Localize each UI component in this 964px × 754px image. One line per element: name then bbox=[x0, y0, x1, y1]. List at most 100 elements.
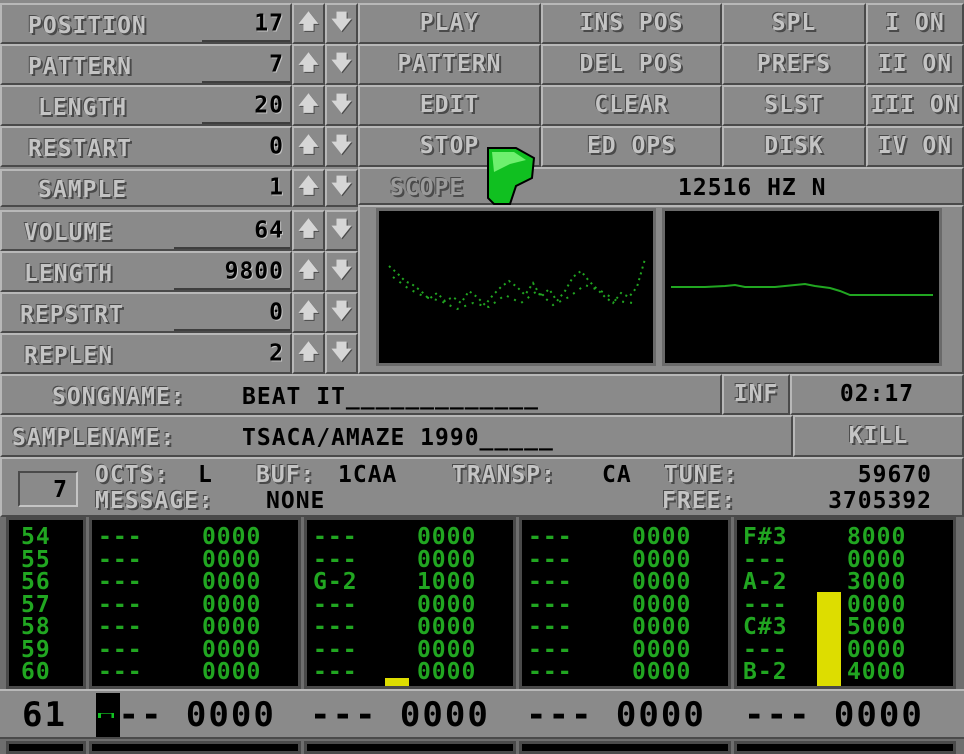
length-down-button[interactable]: 🡇 bbox=[325, 85, 358, 126]
restart-label: RESTART bbox=[28, 136, 132, 162]
preferences-button[interactable]: PREFS bbox=[722, 44, 866, 85]
info-button[interactable]: INF bbox=[722, 374, 790, 415]
quadrascope-left[interactable] bbox=[376, 208, 656, 366]
repeat-start-down-button[interactable]: 🡇 bbox=[325, 292, 358, 333]
sample-down-button[interactable]: 🡇 bbox=[325, 169, 358, 207]
octaves-label: OCTS: bbox=[95, 462, 170, 488]
pattern-down-button[interactable]: 🡇 bbox=[325, 44, 358, 85]
quadrascope-right[interactable] bbox=[662, 208, 942, 366]
position-label: POSITION bbox=[28, 13, 147, 39]
pattern-cell[interactable]: --- 0000 bbox=[98, 638, 261, 661]
track-2[interactable]: --- 0000 --- 0000 G-2 1000 --- 0000 --- 0000… bbox=[304, 517, 516, 689]
pattern-cell[interactable]: --- 0000 bbox=[98, 571, 261, 594]
volume-value-field[interactable]: 64 bbox=[174, 212, 290, 250]
disk-op-button[interactable]: DISK bbox=[722, 126, 866, 167]
songname-input[interactable]: BEAT IT_____________ bbox=[242, 386, 539, 409]
channel-2-toggle[interactable]: II ON bbox=[866, 44, 964, 85]
channel-4-toggle[interactable]: IV ON bbox=[866, 126, 964, 167]
pattern-value-field[interactable]: 7 bbox=[202, 46, 290, 84]
pattern-cell[interactable]: A-2 3000 bbox=[743, 571, 906, 594]
pattern-cell[interactable]: --- 0000 bbox=[313, 526, 476, 549]
pattern-cell[interactable]: --- 0000 bbox=[98, 593, 261, 616]
current-cell-1[interactable]: --- 0000 bbox=[96, 698, 276, 732]
buffer-label: BUF: bbox=[256, 462, 316, 488]
current-cell-4[interactable]: --- 0000 bbox=[744, 698, 924, 732]
volume-up-button[interactable]: 🡅 bbox=[292, 210, 325, 251]
restart-down-button[interactable]: 🡇 bbox=[325, 126, 358, 167]
track-3[interactable]: --- 0000 --- 0000 --- 0000 --- 0000 --- 0000… bbox=[519, 517, 731, 689]
row-numbers: 54 55 56 57 58 59 60 bbox=[21, 526, 51, 684]
pattern-cell[interactable]: --- 0000 bbox=[98, 661, 261, 684]
current-row-number: 61 bbox=[22, 695, 67, 735]
sample-length-value-field[interactable]: 9800 bbox=[174, 253, 290, 291]
sample-list-button[interactable]: SLST bbox=[722, 85, 866, 126]
volume-down-button[interactable]: 🡇 bbox=[325, 210, 358, 251]
pattern-cell[interactable]: G-2 1000 bbox=[313, 571, 476, 594]
pattern-cell[interactable]: --- 0000 bbox=[528, 571, 691, 594]
sample-length-down-button[interactable]: 🡇 bbox=[325, 251, 358, 292]
channel-3-toggle[interactable]: III ON bbox=[866, 85, 964, 126]
pattern-cell[interactable]: F#3 8000 bbox=[743, 526, 906, 549]
clear-button[interactable]: CLEAR bbox=[541, 85, 722, 126]
pattern-cell[interactable]: --- 0000 bbox=[528, 526, 691, 549]
pattern-editor: 54 55 56 57 58 59 60 --- 0000 --- 0000 --- 0000-… bbox=[0, 517, 964, 754]
vu-meter-2 bbox=[385, 678, 409, 686]
length-value-field[interactable]: 20 bbox=[202, 87, 290, 125]
row-number: 59 bbox=[21, 636, 51, 663]
sample-length-up-button[interactable]: 🡅 bbox=[292, 251, 325, 292]
play-pattern-button[interactable]: PATTERN bbox=[358, 44, 541, 85]
pattern-cell[interactable]: --- 0000 bbox=[528, 661, 691, 684]
restart-value-field[interactable]: 0 bbox=[202, 128, 290, 166]
pattern-up-button[interactable]: 🡅 bbox=[292, 44, 325, 85]
samplename-input[interactable]: TSACA/AMAZE 1990_____ bbox=[242, 427, 554, 450]
track-1[interactable]: --- 0000 --- 0000 --- 0000 --- 0000 --- 0000… bbox=[89, 517, 301, 689]
current-cell-2[interactable]: --- 0000 bbox=[310, 698, 490, 732]
transpose-value[interactable]: CA bbox=[602, 464, 632, 487]
edit-ops-button[interactable]: ED OPS bbox=[541, 126, 722, 167]
pattern-cell[interactable]: --- 0000 bbox=[313, 616, 476, 639]
track-4[interactable]: F#3 8000 --- 0000 A-2 3000 --- 0000 C#3 5000… bbox=[734, 517, 956, 689]
pattern-cell[interactable]: --- 0000 bbox=[528, 548, 691, 571]
repeat-length-down-button[interactable]: 🡇 bbox=[325, 333, 358, 374]
repeat-length-value-field[interactable]: 2 bbox=[174, 335, 290, 373]
sample-number-row: SAMPLE 1 bbox=[0, 169, 292, 207]
pattern-cell[interactable]: --- 0000 bbox=[98, 526, 261, 549]
restart-up-button[interactable]: 🡅 bbox=[292, 126, 325, 167]
restart-value: 0 bbox=[269, 133, 284, 160]
position-value-field[interactable]: 17 bbox=[202, 5, 290, 43]
repeat-start-up-button[interactable]: 🡅 bbox=[292, 292, 325, 333]
pattern-cell[interactable]: --- 0000 bbox=[528, 638, 691, 661]
pattern-cell[interactable]: --- 0000 bbox=[313, 593, 476, 616]
channel-1-toggle[interactable]: I ON bbox=[866, 3, 964, 44]
pattern-number-box: 7 bbox=[18, 471, 78, 507]
edit-button[interactable]: EDIT bbox=[358, 85, 541, 126]
delete-position-button[interactable]: DEL POS bbox=[541, 44, 722, 85]
insert-position-button[interactable]: INS POS bbox=[541, 3, 722, 44]
play-button[interactable]: PLAY bbox=[358, 3, 541, 44]
kill-sample-button[interactable]: KILL bbox=[793, 415, 964, 457]
track-3-rows: --- 0000 --- 0000 --- 0000 --- 0000 --- 0000… bbox=[528, 526, 691, 684]
next-row-strip-numbers bbox=[6, 741, 86, 754]
pattern-cell[interactable]: --- 0000 bbox=[528, 593, 691, 616]
sample-number-value[interactable]: 1 bbox=[269, 176, 284, 200]
length-label: LENGTH bbox=[38, 95, 128, 121]
pattern-cell[interactable]: --- 0000 bbox=[98, 616, 261, 639]
pattern-cell[interactable]: --- 0000 bbox=[98, 548, 261, 571]
sampler-button[interactable]: SPL bbox=[722, 3, 866, 44]
repeat-length-up-button[interactable]: 🡅 bbox=[292, 333, 325, 374]
songname-row: SONGNAME: BEAT IT_____________ bbox=[0, 374, 722, 415]
octaves-value[interactable]: L bbox=[198, 464, 213, 487]
length-up-button[interactable]: 🡅 bbox=[292, 85, 325, 126]
row-number: 60 bbox=[21, 659, 51, 685]
sample-up-button[interactable]: 🡅 bbox=[292, 169, 325, 207]
pattern-cell[interactable]: --- 0000 bbox=[313, 548, 476, 571]
pattern-cell[interactable]: --- 0000 bbox=[528, 616, 691, 639]
repeat-start-value-field[interactable]: 0 bbox=[174, 294, 290, 332]
position-down-button[interactable]: 🡇 bbox=[325, 3, 358, 44]
message-label: MESSAGE: bbox=[95, 488, 214, 514]
pattern-cell[interactable]: --- 0000 bbox=[743, 548, 906, 571]
current-row-bar[interactable]: 61 --- 0000 --- 0000 --- 0000 --- 0000 bbox=[0, 689, 964, 739]
position-up-button[interactable]: 🡅 bbox=[292, 3, 325, 44]
pattern-cell[interactable]: --- 0000 bbox=[313, 638, 476, 661]
current-cell-3[interactable]: --- 0000 bbox=[526, 698, 706, 732]
